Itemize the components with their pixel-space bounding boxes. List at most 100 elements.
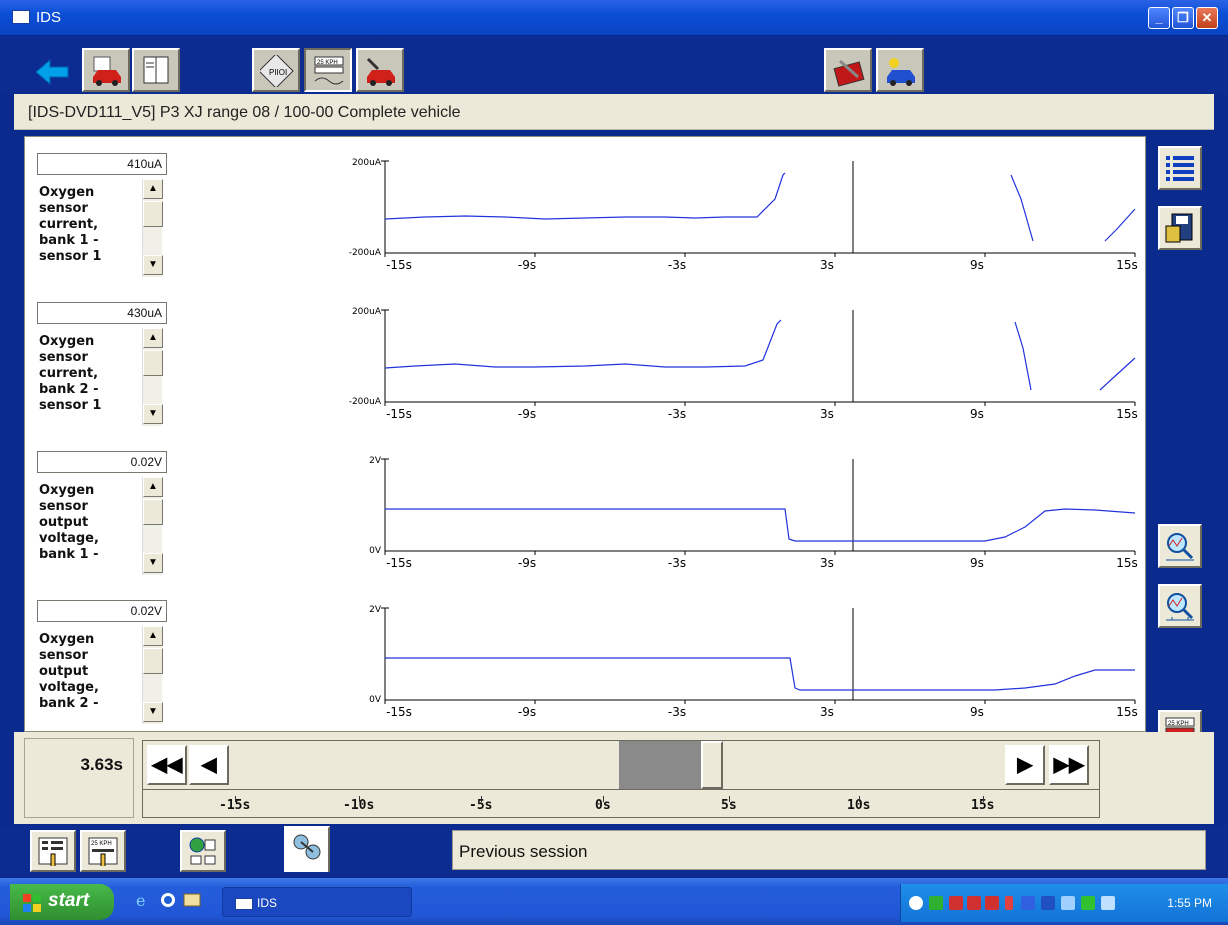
network-button[interactable]	[180, 830, 226, 872]
datalog-tab[interactable]	[284, 826, 330, 872]
folder-icon[interactable]	[182, 890, 202, 910]
timeline-tick-label: 0s	[595, 796, 611, 813]
maximize-button[interactable]: ❐	[1172, 7, 1194, 29]
pid-value: 0.02V	[37, 451, 167, 473]
list-view-button[interactable]	[1158, 146, 1202, 190]
scroll-up-button[interactable]: ▲	[143, 477, 163, 497]
vehicle-info-button[interactable]	[132, 48, 180, 92]
browser-icon[interactable]	[158, 890, 178, 910]
ids-window: IDS _ ❐ ✕ PIIOI 25 KPH [IDS-DVD111_V5] P…	[0, 0, 1228, 925]
tray-app-icon[interactable]	[1081, 896, 1095, 910]
taskbar-item-ids[interactable]: IDS	[222, 887, 412, 917]
step-back-button[interactable]: ◀	[189, 745, 229, 785]
scroll-down-button[interactable]: ▼	[143, 702, 163, 722]
y-min-label: -200uA	[349, 248, 382, 258]
scroll-down-button[interactable]: ▼	[143, 404, 163, 424]
svg-text:25 KPH: 25 KPH	[1168, 721, 1189, 727]
pid-graph[interactable]: 2V 0V -15s -9s -3s 3s 9s 15s	[325, 594, 1145, 742]
pid-plot-panel: 410uA Oxygen sensor current, bank 1 - se…	[24, 136, 1146, 732]
signal-trace	[384, 319, 782, 369]
y-max-label: 2V	[369, 605, 382, 615]
toolbox-button[interactable]	[356, 48, 404, 92]
pid-label: Oxygen sensor current, bank 1 - sensor 1	[39, 185, 102, 264]
pid-label: Oxygen sensor output voltage, bank 1 -	[39, 483, 99, 562]
x-tick-label: -3s	[668, 258, 686, 272]
scroll-thumb[interactable]	[143, 648, 163, 674]
save-button[interactable]	[1158, 206, 1202, 250]
pid-label: Oxygen sensor output voltage, bank 2 -	[39, 632, 99, 711]
tray-monitor-icon[interactable]	[1041, 896, 1055, 910]
step-forward-button[interactable]: ▶	[1005, 745, 1045, 785]
tray-wireless-icon[interactable]	[1061, 896, 1075, 910]
select-pid-button[interactable]	[30, 830, 76, 872]
label-scrollbar[interactable]: ▲ ▼	[142, 626, 163, 724]
scroll-thumb[interactable]	[143, 499, 163, 525]
scroll-down-button[interactable]: ▼	[143, 553, 163, 573]
window-title: IDS	[36, 9, 62, 26]
title-bar[interactable]: IDS _ ❐ ✕	[0, 0, 1228, 36]
tray-expand-icon[interactable]	[909, 896, 923, 910]
vehicle-session-button[interactable]	[82, 48, 130, 92]
taskbar-item-label: IDS	[257, 896, 278, 910]
label-scrollbar[interactable]: ▲ ▼	[142, 328, 163, 426]
tray-bluetooth-icon[interactable]	[1021, 896, 1035, 910]
scroll-thumb[interactable]	[143, 350, 163, 376]
toolkit-button[interactable]	[824, 48, 872, 92]
x-tick-label: 3s	[820, 407, 834, 421]
pid-graph[interactable]: 200uA -200uA -15s -9s -3s 3s 9s 15s	[325, 147, 1145, 295]
pid-graph[interactable]: 2V 0V -15s -9s -3s 3s 9s 15s	[325, 445, 1145, 593]
tray-display-icon[interactable]	[1101, 896, 1115, 910]
windows-taskbar: start e IDS 1:55 PM	[0, 878, 1228, 925]
time-slider[interactable]: ◀◀ ◀ ▶ ▶▶	[142, 740, 1100, 790]
start-button[interactable]: start	[10, 884, 114, 920]
slider-thumb[interactable]	[701, 741, 723, 789]
skip-to-start-button[interactable]: ◀◀	[147, 745, 187, 785]
x-tick-label: -3s	[668, 705, 686, 719]
select-speed-button[interactable]: 25 KPH	[80, 830, 126, 872]
floppy-save-icon	[1165, 213, 1193, 243]
minimize-button[interactable]: _	[1148, 7, 1170, 29]
scroll-up-button[interactable]: ▲	[143, 179, 163, 199]
status-message: Previous session	[452, 830, 1206, 870]
tray-network-icon[interactable]	[985, 896, 999, 910]
bottom-bar: 25 KPH Previous session	[0, 826, 1228, 876]
timeline-tick-label: 10s	[847, 796, 871, 813]
tray-network-icon[interactable]	[949, 896, 963, 910]
x-tick-label: -3s	[668, 556, 686, 570]
x-tick-label: 15s	[1116, 556, 1138, 570]
tray-battery-icon[interactable]	[1005, 896, 1013, 910]
zoom-graph-icon	[1166, 533, 1194, 561]
y-min-label: 0V	[369, 546, 382, 556]
timeline-tick-label: -15s	[219, 796, 251, 813]
scroll-up-button[interactable]: ▲	[143, 626, 163, 646]
scroll-thumb[interactable]	[143, 201, 163, 227]
scroll-down-button[interactable]: ▼	[143, 255, 163, 275]
cursor-time-readout: 3.63s	[24, 738, 134, 818]
vehicle-config-button[interactable]	[876, 48, 924, 92]
tray-app-icon[interactable]	[929, 896, 943, 910]
internet-explorer-icon[interactable]: e	[134, 890, 154, 910]
tray-network-icon[interactable]	[967, 896, 981, 910]
pid-label: Oxygen sensor current, bank 2 - sensor 1	[39, 334, 102, 413]
window-icon	[12, 10, 30, 24]
scroll-up-button[interactable]: ▲	[143, 328, 163, 348]
y-max-label: 2V	[369, 456, 382, 466]
system-tray: 1:55 PM	[900, 884, 1228, 922]
back-button[interactable]	[26, 48, 74, 92]
datalogger-button[interactable]: 25 KPH	[304, 48, 352, 92]
visible-window-selection[interactable]	[619, 741, 707, 789]
skip-to-end-button[interactable]: ▶▶	[1049, 745, 1089, 785]
close-button[interactable]: ✕	[1196, 7, 1218, 29]
toolbar: PIIOI 25 KPH	[0, 36, 1228, 94]
label-scrollbar[interactable]: ▲ ▼	[142, 179, 163, 277]
zoom-time-button[interactable]	[1158, 524, 1202, 568]
pid-graph[interactable]: 200uA -200uA -15s -9s -3s 3s 9s 15s	[325, 296, 1145, 444]
label-scrollbar[interactable]: ▲ ▼	[142, 477, 163, 575]
x-tick-label: 9s	[970, 556, 984, 570]
list-icon	[1166, 156, 1194, 181]
signal-trace	[1010, 174, 1034, 242]
pid-button[interactable]: PIIOI	[252, 48, 300, 92]
speed-chart-icon: 25 KPH	[314, 56, 344, 85]
zoom-range-button[interactable]	[1158, 584, 1202, 628]
windows-flag-icon	[23, 894, 41, 912]
